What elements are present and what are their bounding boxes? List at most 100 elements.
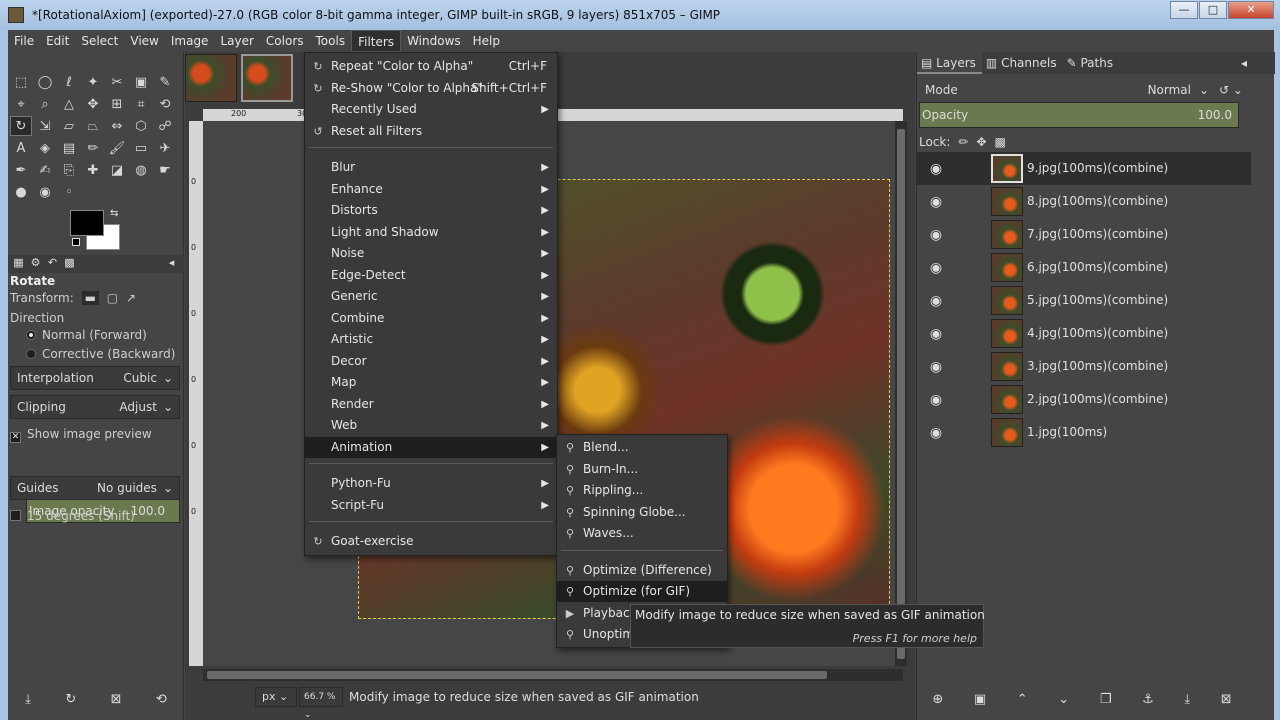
layer-row[interactable]: ◉ 1.jpg(100ms) bbox=[917, 416, 1251, 449]
menu-view[interactable]: View bbox=[124, 30, 164, 52]
menu-item-reset-filters[interactable]: ↺ Reset all Filters bbox=[305, 121, 557, 142]
layer-row[interactable]: ◉ 8.jpg(100ms)(combine) bbox=[917, 185, 1251, 218]
eye-icon[interactable]: ◉ bbox=[921, 227, 951, 243]
foreground-select-tool-icon[interactable]: ▣ bbox=[130, 72, 152, 92]
horizontal-scroll-thumb[interactable] bbox=[207, 671, 827, 679]
vertical-ruler[interactable]: 0 0 0 0 0 0 bbox=[189, 121, 203, 666]
warp-tool-icon[interactable]: ☍ bbox=[154, 116, 176, 136]
direction-corrective-radio[interactable]: Corrective (Backward) bbox=[26, 347, 175, 361]
delete-options-icon[interactable]: ⊠ bbox=[111, 692, 122, 707]
new-layer-icon[interactable]: ⊕ bbox=[932, 692, 943, 707]
close-button[interactable]: ✕ bbox=[1228, 1, 1274, 19]
menu-colors[interactable]: Colors bbox=[260, 30, 310, 52]
blend-tool-icon[interactable]: ▤ bbox=[58, 138, 80, 158]
save-options-icon[interactable]: ⤓ bbox=[25, 692, 31, 707]
menu-item-generic[interactable]: Generic ▶ bbox=[305, 286, 557, 307]
menu-item-optimize-difference[interactable]: ⚲ Optimize (Difference) bbox=[557, 560, 727, 581]
rect-select-tool-icon[interactable]: ⬚ bbox=[10, 72, 32, 92]
scale-tool-icon[interactable]: ⇲ bbox=[34, 116, 56, 136]
menu-item-burn-in[interactable]: ⚲ Burn-In... bbox=[557, 459, 727, 480]
move-tool-icon[interactable]: ✥ bbox=[82, 94, 104, 114]
layer-row[interactable]: ◉ 3.jpg(100ms)(combine) bbox=[917, 350, 1251, 383]
layer-row[interactable]: ◉ 2.jpg(100ms)(combine) bbox=[917, 383, 1251, 416]
pencil-tool-icon[interactable]: ✏ bbox=[82, 138, 104, 158]
menu-item-python-fu[interactable]: Python-Fu ▶ bbox=[305, 473, 557, 494]
rotate-tool-icon[interactable]: ↻ bbox=[10, 116, 32, 136]
menu-item-rippling[interactable]: ⚲ Rippling... bbox=[557, 480, 727, 501]
mode-select[interactable]: Mode Normal ⌄ ↺ ⌄ bbox=[919, 78, 1249, 102]
menu-item-edge-detect[interactable]: Edge-Detect ▶ bbox=[305, 265, 557, 286]
lock-pixels-icon[interactable]: ✏ bbox=[958, 135, 968, 149]
maximize-button[interactable]: □ bbox=[1199, 1, 1227, 19]
eye-icon[interactable]: ◉ bbox=[921, 425, 951, 441]
menu-item-blur[interactable]: Blur ▶ bbox=[305, 157, 557, 178]
layer-row[interactable]: ◉ 7.jpg(100ms)(combine) bbox=[917, 218, 1251, 251]
menu-item-noise[interactable]: Noise ▶ bbox=[305, 243, 557, 264]
minimize-button[interactable]: — bbox=[1170, 1, 1198, 19]
smudge-tool-icon[interactable]: ☛ bbox=[154, 160, 176, 180]
device-status-tab-icon[interactable]: ⚙ bbox=[27, 256, 44, 272]
horizontal-scrollbar[interactable] bbox=[203, 669, 903, 681]
merge-layer-icon[interactable]: ⤓ bbox=[1184, 692, 1190, 707]
tab-config-icon[interactable]: ◂ bbox=[163, 256, 180, 272]
direction-normal-radio[interactable]: Normal (Forward) bbox=[26, 328, 147, 342]
menu-item-combine[interactable]: Combine ▶ bbox=[305, 308, 557, 329]
swap-colors-icon[interactable]: ⇆ bbox=[110, 208, 118, 219]
clone-tool-icon[interactable]: ⎘ bbox=[58, 160, 80, 180]
menu-item-light-and-shadow[interactable]: Light and Shadow ▶ bbox=[305, 222, 557, 243]
menu-item-render[interactable]: Render ▶ bbox=[305, 394, 557, 415]
menu-filters[interactable]: Filters bbox=[351, 30, 402, 52]
paintbrush-tool-icon[interactable]: 🖌 bbox=[106, 138, 128, 158]
paths-tool-icon[interactable]: ✎ bbox=[154, 72, 176, 92]
duplicate-layer-icon[interactable]: ❐ bbox=[1100, 692, 1112, 707]
zoom-tool-icon[interactable]: ⌕ bbox=[34, 94, 56, 114]
degrees-checkbox[interactable]: 15 degrees (Shift) bbox=[10, 509, 135, 523]
free-select-tool-icon[interactable]: ℓ bbox=[58, 72, 80, 92]
scissors-tool-icon[interactable]: ✂ bbox=[106, 72, 128, 92]
lock-alpha-icon[interactable]: ▩ bbox=[995, 135, 1006, 149]
menu-item-goat-exercise[interactable]: ↻ Goat-exercise bbox=[305, 531, 557, 552]
transform-layer-icon[interactable]: ▬ bbox=[81, 291, 99, 305]
vertical-scroll-thumb[interactable] bbox=[897, 129, 905, 659]
tab-layers[interactable]: ▤ Layers bbox=[917, 52, 982, 74]
ink-tool-icon[interactable]: ✒ bbox=[10, 160, 32, 180]
eye-icon[interactable]: ◉ bbox=[921, 194, 951, 210]
show-preview-checkbox[interactable]: ✕ Show image preview bbox=[10, 427, 152, 443]
unified-transform-tool-icon[interactable]: ⟲ bbox=[154, 94, 176, 114]
airbrush-tool-icon[interactable]: ✈ bbox=[154, 138, 176, 158]
color-picker-tool-icon[interactable]: ⌖ bbox=[10, 94, 32, 114]
menu-item-web[interactable]: Web ▶ bbox=[305, 415, 557, 436]
clipping-select[interactable]: Clipping Adjust ⌄ bbox=[10, 395, 180, 419]
menu-layer[interactable]: Layer bbox=[214, 30, 259, 52]
eraser-tool-icon[interactable]: ▭ bbox=[130, 138, 152, 158]
heal-tool-icon[interactable]: ✚ bbox=[82, 160, 104, 180]
menu-item-reshow-filter[interactable]: ↻ Re-Show "Color to Alpha" Shift+Ctrl+F bbox=[305, 78, 557, 99]
eye-icon[interactable]: ◉ bbox=[921, 293, 951, 309]
raise-layer-icon[interactable]: ⌃ bbox=[1017, 692, 1028, 707]
guides-select[interactable]: Guides No guides ⌄ bbox=[10, 476, 180, 500]
bucket-fill-tool-icon[interactable]: ◈ bbox=[34, 138, 56, 158]
burn-tool-icon[interactable]: ◉ bbox=[34, 182, 56, 202]
ellipse-select-tool-icon[interactable]: ◯ bbox=[34, 72, 56, 92]
blur-tool-icon[interactable]: ◍ bbox=[130, 160, 152, 180]
layer-row[interactable]: ◉ 9.jpg(100ms)(combine) bbox=[917, 152, 1251, 185]
lower-layer-icon[interactable]: ⌄ bbox=[1058, 692, 1069, 707]
menu-item-animation[interactable]: Animation ▶ bbox=[305, 437, 557, 458]
layer-opacity-spinner[interactable]: Opacity 100.0 bbox=[919, 102, 1239, 128]
tab-paths[interactable]: ✎ Paths bbox=[1063, 52, 1120, 74]
restore-options-icon[interactable]: ↻ bbox=[65, 692, 76, 707]
eye-icon[interactable]: ◉ bbox=[921, 359, 951, 375]
anchor-layer-icon[interactable]: ⚓ bbox=[1142, 692, 1154, 707]
menu-item-script-fu[interactable]: Script-Fu ▶ bbox=[305, 495, 557, 516]
interpolation-select[interactable]: Interpolation Cubic ⌄ bbox=[10, 366, 180, 390]
layer-row[interactable]: ◉ 5.jpg(100ms)(combine) bbox=[917, 284, 1251, 317]
fuzzy-select-tool-icon[interactable]: ✦ bbox=[82, 72, 104, 92]
reset-mode-icon[interactable]: ↺ ⌄ bbox=[1219, 83, 1243, 97]
eye-icon[interactable]: ◉ bbox=[921, 260, 951, 276]
lock-position-icon[interactable]: ✥ bbox=[976, 135, 986, 149]
menu-help[interactable]: Help bbox=[467, 30, 506, 52]
tool-options-tab-icon[interactable]: ▦ bbox=[10, 256, 27, 272]
menu-item-distorts[interactable]: Distorts ▶ bbox=[305, 200, 557, 221]
shear-tool-icon[interactable]: ▱ bbox=[58, 116, 80, 136]
cage-tool-icon[interactable]: ⬡ bbox=[130, 116, 152, 136]
